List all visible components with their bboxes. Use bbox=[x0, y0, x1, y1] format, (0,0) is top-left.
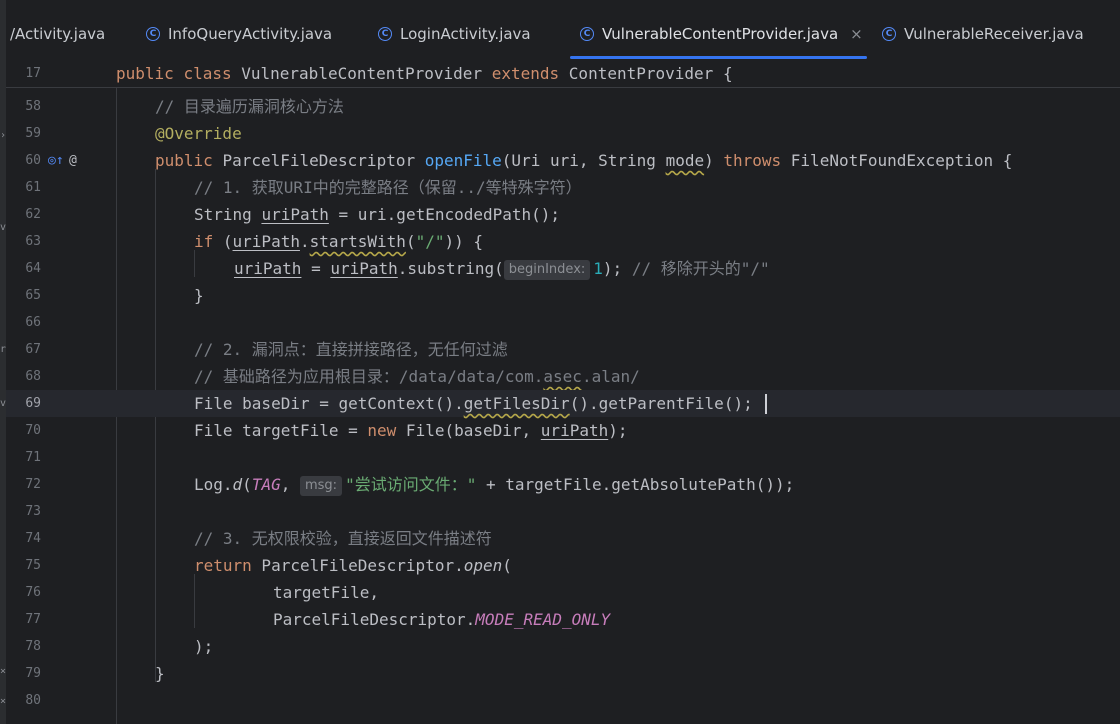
parameter-hint: msg: bbox=[299, 476, 343, 496]
tab-label: VulnerableReceiver.java bbox=[904, 25, 1084, 43]
tab-label: VulnerableContentProvider.java bbox=[602, 25, 839, 43]
line-number: 58 bbox=[25, 99, 41, 114]
line-code: Log.d(TAG, msg: "尝试访问文件：" + targetFile.ge… bbox=[194, 475, 795, 496]
editor-tab-bar: /Activity.java C InfoQueryActivity.java … bbox=[6, 8, 1120, 61]
code-line[interactable]: 67 // 2. 漏洞点：直接拼接路径，无任何过滤 bbox=[6, 336, 1120, 363]
line-code: String uriPath = uri.getEncodedPath(); bbox=[194, 205, 561, 224]
code-line[interactable]: 61 // 1. 获取URI中的完整路径（保留../等特殊字符） bbox=[6, 174, 1120, 201]
line-code: @Override bbox=[155, 124, 242, 143]
line-number: 76 bbox=[25, 585, 41, 600]
class-icon: C bbox=[882, 27, 896, 41]
override-method-icon[interactable]: ◎↑ bbox=[48, 147, 64, 174]
line-number: 70 bbox=[25, 423, 41, 438]
line-code: // 目录遍历漏洞核心方法 bbox=[155, 97, 344, 116]
code-line[interactable]: 71 bbox=[6, 444, 1120, 471]
line-number: 75 bbox=[25, 558, 41, 573]
code-line[interactable]: 73 bbox=[6, 498, 1120, 525]
code-line[interactable]: 66 bbox=[6, 309, 1120, 336]
tab-vulnerablecontentprovider[interactable]: C VulnerableContentProvider.java × bbox=[570, 8, 867, 60]
code-line[interactable]: 75 return ParcelFileDescriptor.open( bbox=[6, 552, 1120, 579]
line-code: // 2. 漏洞点：直接拼接路径，无任何过滤 bbox=[194, 340, 508, 359]
code-line[interactable]: 74 // 3. 无权限校验，直接返回文件描述符 bbox=[6, 525, 1120, 552]
line-code: // 基础路径为应用根目录：/data/data/com.asec.alan/ bbox=[194, 367, 640, 386]
code-line[interactable]: 60 ◎↑ @ public ParcelFileDescriptor open… bbox=[6, 147, 1120, 174]
line-number: 68 bbox=[25, 369, 41, 384]
line-number: 61 bbox=[25, 180, 41, 195]
line-number: 66 bbox=[25, 315, 41, 330]
class-icon: C bbox=[146, 27, 160, 41]
text-caret bbox=[765, 394, 767, 414]
line-code: if (uriPath.startsWith("/")) { bbox=[194, 232, 484, 251]
line-number: 65 bbox=[25, 288, 41, 303]
line-number: 73 bbox=[25, 504, 41, 519]
code-line[interactable]: 58 // 目录遍历漏洞核心方法 bbox=[6, 93, 1120, 120]
line-code: uriPath = uriPath.substring(beginIndex: 1… bbox=[234, 259, 770, 280]
line-number: 59 bbox=[25, 126, 41, 141]
tab-activity[interactable]: /Activity.java bbox=[10, 8, 105, 60]
code-editor[interactable]: 58 // 目录遍历漏洞核心方法 59 @Override 60 ◎↑ @ pu… bbox=[6, 88, 1120, 724]
sticky-class-header[interactable]: 17 public class VulnerableContentProvide… bbox=[6, 60, 1120, 88]
tab-infoqueryactivity[interactable]: C InfoQueryActivity.java bbox=[146, 8, 332, 60]
tab-loginactivity[interactable]: C LoginActivity.java bbox=[378, 8, 531, 60]
line-number: 78 bbox=[25, 639, 41, 654]
line-number: 69 bbox=[25, 396, 41, 411]
line-number: 64 bbox=[25, 261, 41, 276]
tab-label: InfoQueryActivity.java bbox=[168, 25, 333, 43]
code-line[interactable]: 63 if (uriPath.startsWith("/")) { bbox=[6, 228, 1120, 255]
code-line[interactable]: 78 ); bbox=[6, 633, 1120, 660]
line-code: public ParcelFileDescriptor openFile(Uri… bbox=[155, 151, 1013, 170]
line-code: File targetFile = new File(baseDir, uriP… bbox=[194, 421, 628, 440]
code-line[interactable]: 59 @Override bbox=[6, 120, 1120, 147]
line-number: 62 bbox=[25, 207, 41, 222]
line-number: 71 bbox=[25, 450, 41, 465]
sticky-code: public class VulnerableContentProvider e… bbox=[116, 64, 733, 83]
line-number: 17 bbox=[25, 66, 41, 81]
line-number: 63 bbox=[25, 234, 41, 249]
line-number: 67 bbox=[25, 342, 41, 357]
code-line[interactable]: 76 targetFile, bbox=[6, 579, 1120, 606]
code-line[interactable]: 70 File targetFile = new File(baseDir, u… bbox=[6, 417, 1120, 444]
line-number: 80 bbox=[25, 693, 41, 708]
line-code: // 1. 获取URI中的完整路径（保留../等特殊字符） bbox=[194, 178, 582, 197]
line-number: 72 bbox=[25, 477, 41, 492]
annotation-icon[interactable]: @ bbox=[69, 147, 77, 174]
class-icon: C bbox=[580, 27, 594, 41]
tab-vulnerablereceiver[interactable]: C VulnerableReceiver.java bbox=[882, 8, 1084, 60]
code-line[interactable]: 65 } bbox=[6, 282, 1120, 309]
code-line[interactable]: 64 uriPath = uriPath.substring(beginInde… bbox=[6, 255, 1120, 282]
line-code: ); bbox=[194, 637, 214, 656]
line-code: } bbox=[194, 286, 204, 305]
code-line[interactable]: 77 ParcelFileDescriptor.MODE_READ_ONLY bbox=[6, 606, 1120, 633]
code-line[interactable]: 62 String uriPath = uri.getEncodedPath()… bbox=[6, 201, 1120, 228]
code-line[interactable]: 80 bbox=[6, 687, 1120, 714]
code-line-current[interactable]: 69 File baseDir = getContext().getFilesD… bbox=[6, 390, 1120, 417]
line-code: targetFile, bbox=[273, 583, 379, 602]
close-icon[interactable]: × bbox=[850, 25, 863, 43]
code-line[interactable]: 72 Log.d(TAG, msg: "尝试访问文件：" + targetFile… bbox=[6, 471, 1120, 498]
line-number: 60 bbox=[25, 153, 41, 168]
tab-label: LoginActivity.java bbox=[400, 25, 531, 43]
line-code: return ParcelFileDescriptor.open( bbox=[194, 556, 512, 575]
line-number: 79 bbox=[25, 666, 41, 681]
code-line[interactable]: 68 // 基础路径为应用根目录：/data/data/com.asec.ala… bbox=[6, 363, 1120, 390]
tab-label: /Activity.java bbox=[10, 25, 106, 43]
line-number: 74 bbox=[25, 531, 41, 546]
line-code: // 3. 无权限校验，直接返回文件描述符 bbox=[194, 529, 492, 548]
parameter-hint: beginIndex: bbox=[503, 260, 591, 280]
line-code: File baseDir = getContext().getFilesDir(… bbox=[194, 394, 753, 413]
line-code: } bbox=[155, 664, 165, 683]
line-number: 77 bbox=[25, 612, 41, 627]
code-line[interactable]: 79 } bbox=[6, 660, 1120, 687]
class-icon: C bbox=[378, 27, 392, 41]
line-code: ParcelFileDescriptor.MODE_READ_ONLY bbox=[273, 610, 611, 629]
